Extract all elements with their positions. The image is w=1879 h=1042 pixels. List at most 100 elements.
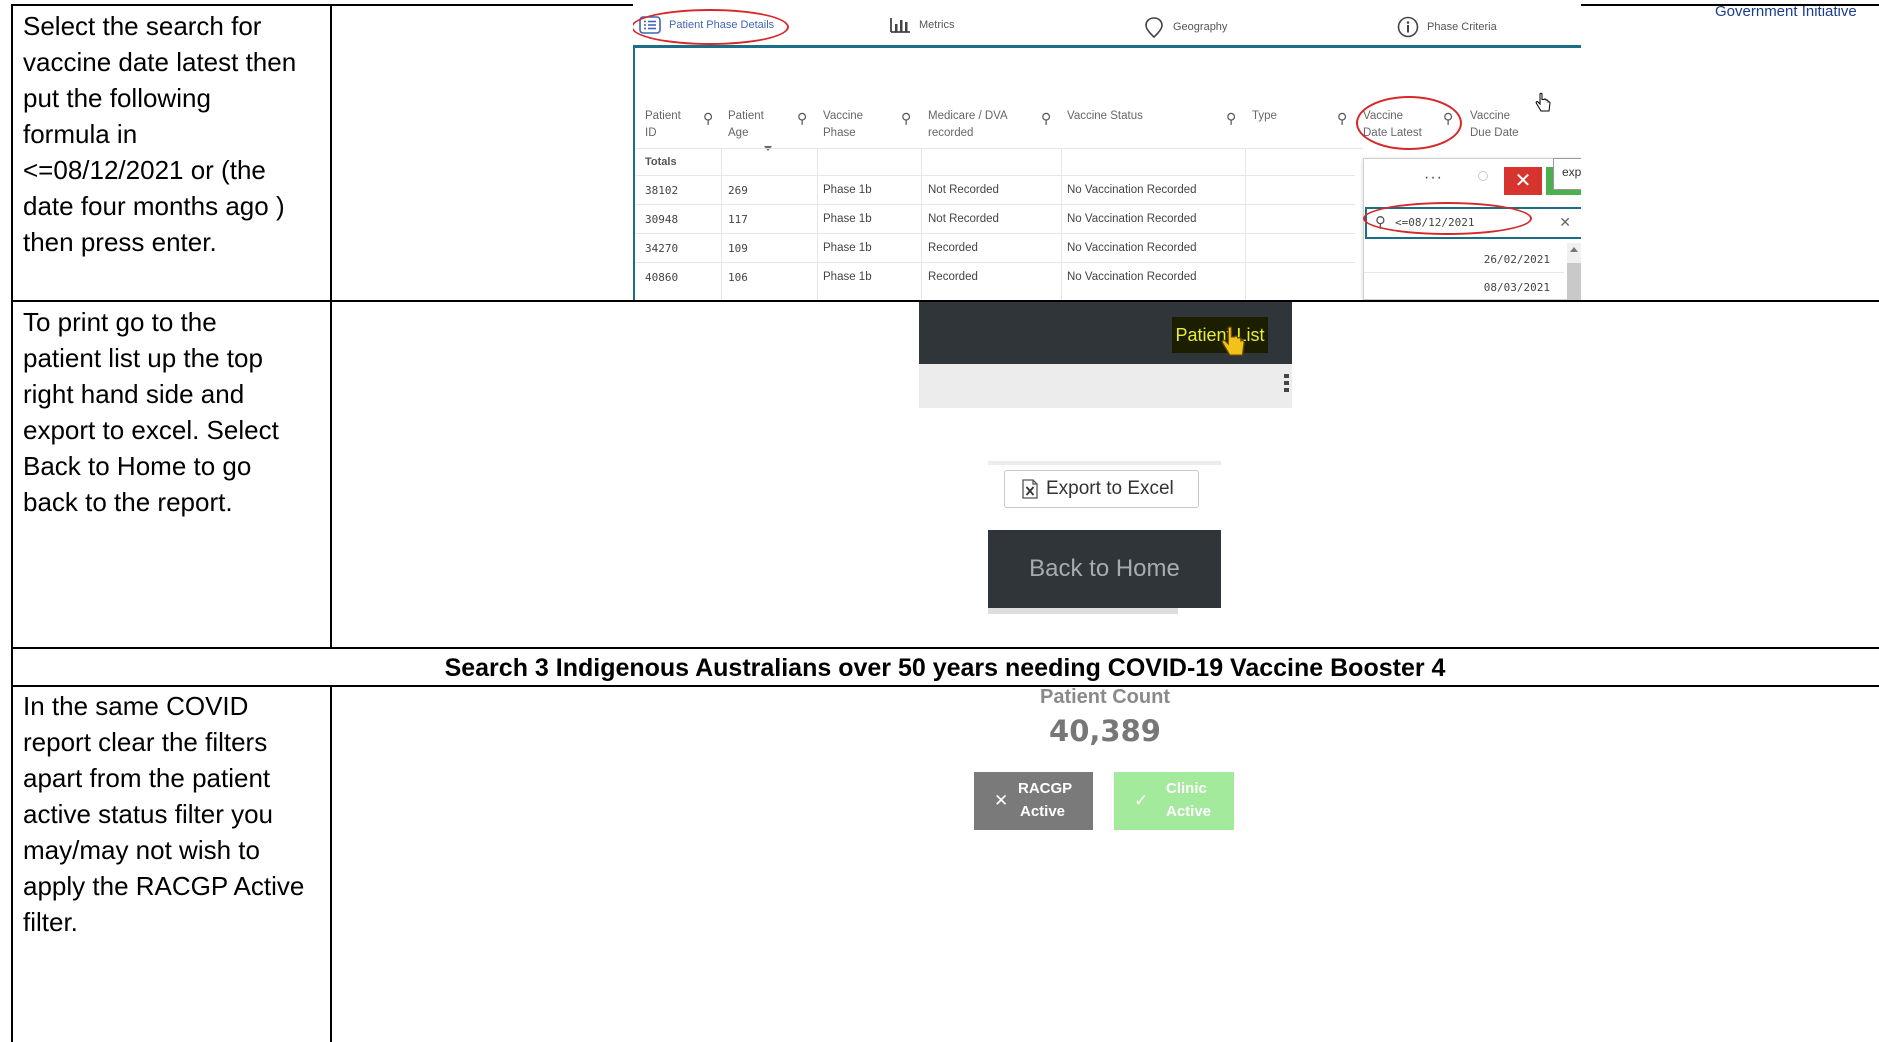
section-heading: Search 3 Indigenous Australians over 50 … [444,654,1446,682]
header-line: Due Date [1470,127,1519,139]
bar-chart-icon [890,18,910,33]
tab-label: Geography [1173,21,1228,33]
qlik-table-screenshot: Patient Phase Details Metrics Geography [633,0,1581,300]
cell-patient-id: 30948 [645,213,679,226]
search-icon: ⚲ [1375,214,1386,231]
date-search-input[interactable]: ⚲ <=08/12/2021 ✕ [1365,207,1581,239]
search-icon[interactable]: ⚲ [1226,110,1236,127]
scrollbar-thumb[interactable] [1567,263,1581,300]
more-options-icon[interactable]: ··· [1424,169,1443,187]
patient-count-value: 40,389 [1049,714,1161,748]
hand-cursor-icon [1535,92,1551,112]
hand-cursor-icon [1221,326,1245,356]
cell-vaccine-status: No Vaccination Recorded [1067,242,1197,254]
tab-label: Patient Phase Details [669,19,775,31]
tab-metrics[interactable]: Metrics [889,16,954,34]
lock-toggle-icon[interactable] [1478,171,1488,181]
header-line: Vaccine Status [1067,110,1143,122]
cell-vaccine-phase: Phase 1b [823,213,872,225]
instruction-line: then press enter. [23,227,217,257]
instruction-line: Select the search for [23,11,262,41]
instruction-line: formula in [23,119,138,149]
back-to-home-button[interactable]: Back to Home [988,530,1221,608]
cell-medicare: Recorded [928,271,978,283]
export-menu-partial[interactable]: exp [1553,158,1581,190]
racgp-active-filter-button[interactable]: ✕ RACGP Active [974,772,1093,830]
header-line: Patient [728,110,764,122]
clear-icon[interactable]: ✕ [1559,214,1571,231]
grip-icon[interactable] [1284,374,1289,396]
column-header-vaccine-phase[interactable]: Vaccine Phase [823,108,863,142]
patient-table: Patient ID ⚲ Patient Age ⚲ Vaccine Phase… [633,48,1581,300]
instruction-line: right hand side and [23,379,245,409]
date-search-popup: ··· ✕ ✓ ⚲ <=08/12/2021 ✕ 26/02/2021 08/0… [1363,158,1581,300]
cell-medicare: Not Recorded [928,213,999,225]
tab-phase-criteria[interactable]: Phase Criteria [1397,16,1497,38]
filter-label: Clinic [1166,780,1207,797]
cancel-selection-button[interactable]: ✕ [1504,167,1542,195]
column-header-medicare[interactable]: Medicare / DVA recorded [928,108,1008,142]
column-header-type[interactable]: Type [1252,108,1277,125]
instruction-line: date four months ago ) [23,191,285,221]
cell-vaccine-phase: Phase 1b [823,184,872,196]
filter-label: Active [1020,803,1066,820]
search-icon[interactable]: ⚲ [797,110,807,127]
tab-label: Metrics [919,19,955,31]
header-line: Medicare / DVA [928,110,1008,122]
instruction-row3: In the same COVID report clear the filte… [23,688,335,940]
instruction-row1: Select the search for vaccine date lates… [23,8,335,260]
header-line: Vaccine [1470,110,1511,122]
cell-medicare: Not Recorded [928,184,999,196]
search-icon[interactable]: ⚲ [901,110,911,127]
header-line: Type [1252,110,1277,122]
header-line: ID [645,127,657,139]
column-header-patient-age[interactable]: Patient Age [728,108,764,142]
tab-geography[interactable]: Geography [1143,16,1227,38]
list-divider [1364,272,1564,273]
table-row[interactable]: 38102 269 Phase 1b Not Recorded No Vacci… [635,175,1355,204]
table-row[interactable]: 30948 117 Phase 1b Not Recorded No Vacci… [635,204,1355,233]
search-icon[interactable]: ⚲ [1443,110,1453,127]
column-header-patient-id[interactable]: Patient ID [645,108,681,142]
toolbar-grey [919,364,1292,408]
instruction-line: patient list up the top [23,343,263,373]
search-icon[interactable]: ⚲ [1337,110,1347,127]
instruction-line: report clear the filters [23,727,268,757]
column-header-vaccine-status[interactable]: Vaccine Status [1067,108,1143,125]
export-to-excel-button[interactable]: Export to Excel [1004,470,1199,508]
date-list-item[interactable]: 26/02/2021 [1484,253,1550,266]
popup-scrollbar[interactable] [1567,243,1581,300]
scroll-up-arrow-icon[interactable] [1570,247,1578,252]
cell-vaccine-phase: Phase 1b [823,242,872,254]
cell-patient-id: 34270 [645,242,679,255]
cell-patient-id: 40860 [645,271,679,284]
map-pin-icon [1145,17,1163,38]
clinic-active-filter-button[interactable]: ✓ Clinic Active [1114,772,1234,830]
tab-patient-phase-details[interactable]: Patient Phase Details [639,16,880,48]
instruction-line: back to the report. [23,487,233,517]
table-row[interactable]: 40860 106 Phase 1b Recorded No Vaccinati… [635,262,1355,291]
column-header-vaccine-due-date[interactable]: Vaccine Due Date [1470,108,1519,142]
instruction-row2: To print go to the patient list up the t… [23,304,335,520]
totals-label: Totals [645,156,677,168]
header-line: Patient [645,110,681,122]
instruction-line: vaccine date latest then [23,47,297,77]
search-icon[interactable]: ⚲ [703,110,713,127]
header-line: Vaccine [1363,110,1404,122]
column-header-vaccine-date-latest[interactable]: Vaccine Date Latest [1363,108,1422,142]
cell-medicare: Recorded [928,242,978,254]
table-border-left [11,4,13,1042]
date-list-item[interactable]: 08/03/2021 [1484,281,1550,294]
cell-vaccine-status: No Vaccination Recorded [1067,184,1197,196]
search-value: <=08/12/2021 [1395,216,1475,229]
excel-file-icon [1022,479,1038,499]
table-row[interactable]: 34270 109 Phase 1b Recorded No Vaccinati… [635,233,1355,262]
cell-vaccine-status: No Vaccination Recorded [1067,213,1197,225]
back-to-home-shadow [988,608,1178,614]
search-icon[interactable]: ⚲ [1041,110,1051,127]
tab-label: Phase Criteria [1427,21,1497,33]
cell-patient-age: 269 [728,184,748,197]
info-icon [1397,16,1419,38]
instruction-line: To print go to the [23,307,217,337]
instruction-line: Back to Home to go [23,451,252,481]
